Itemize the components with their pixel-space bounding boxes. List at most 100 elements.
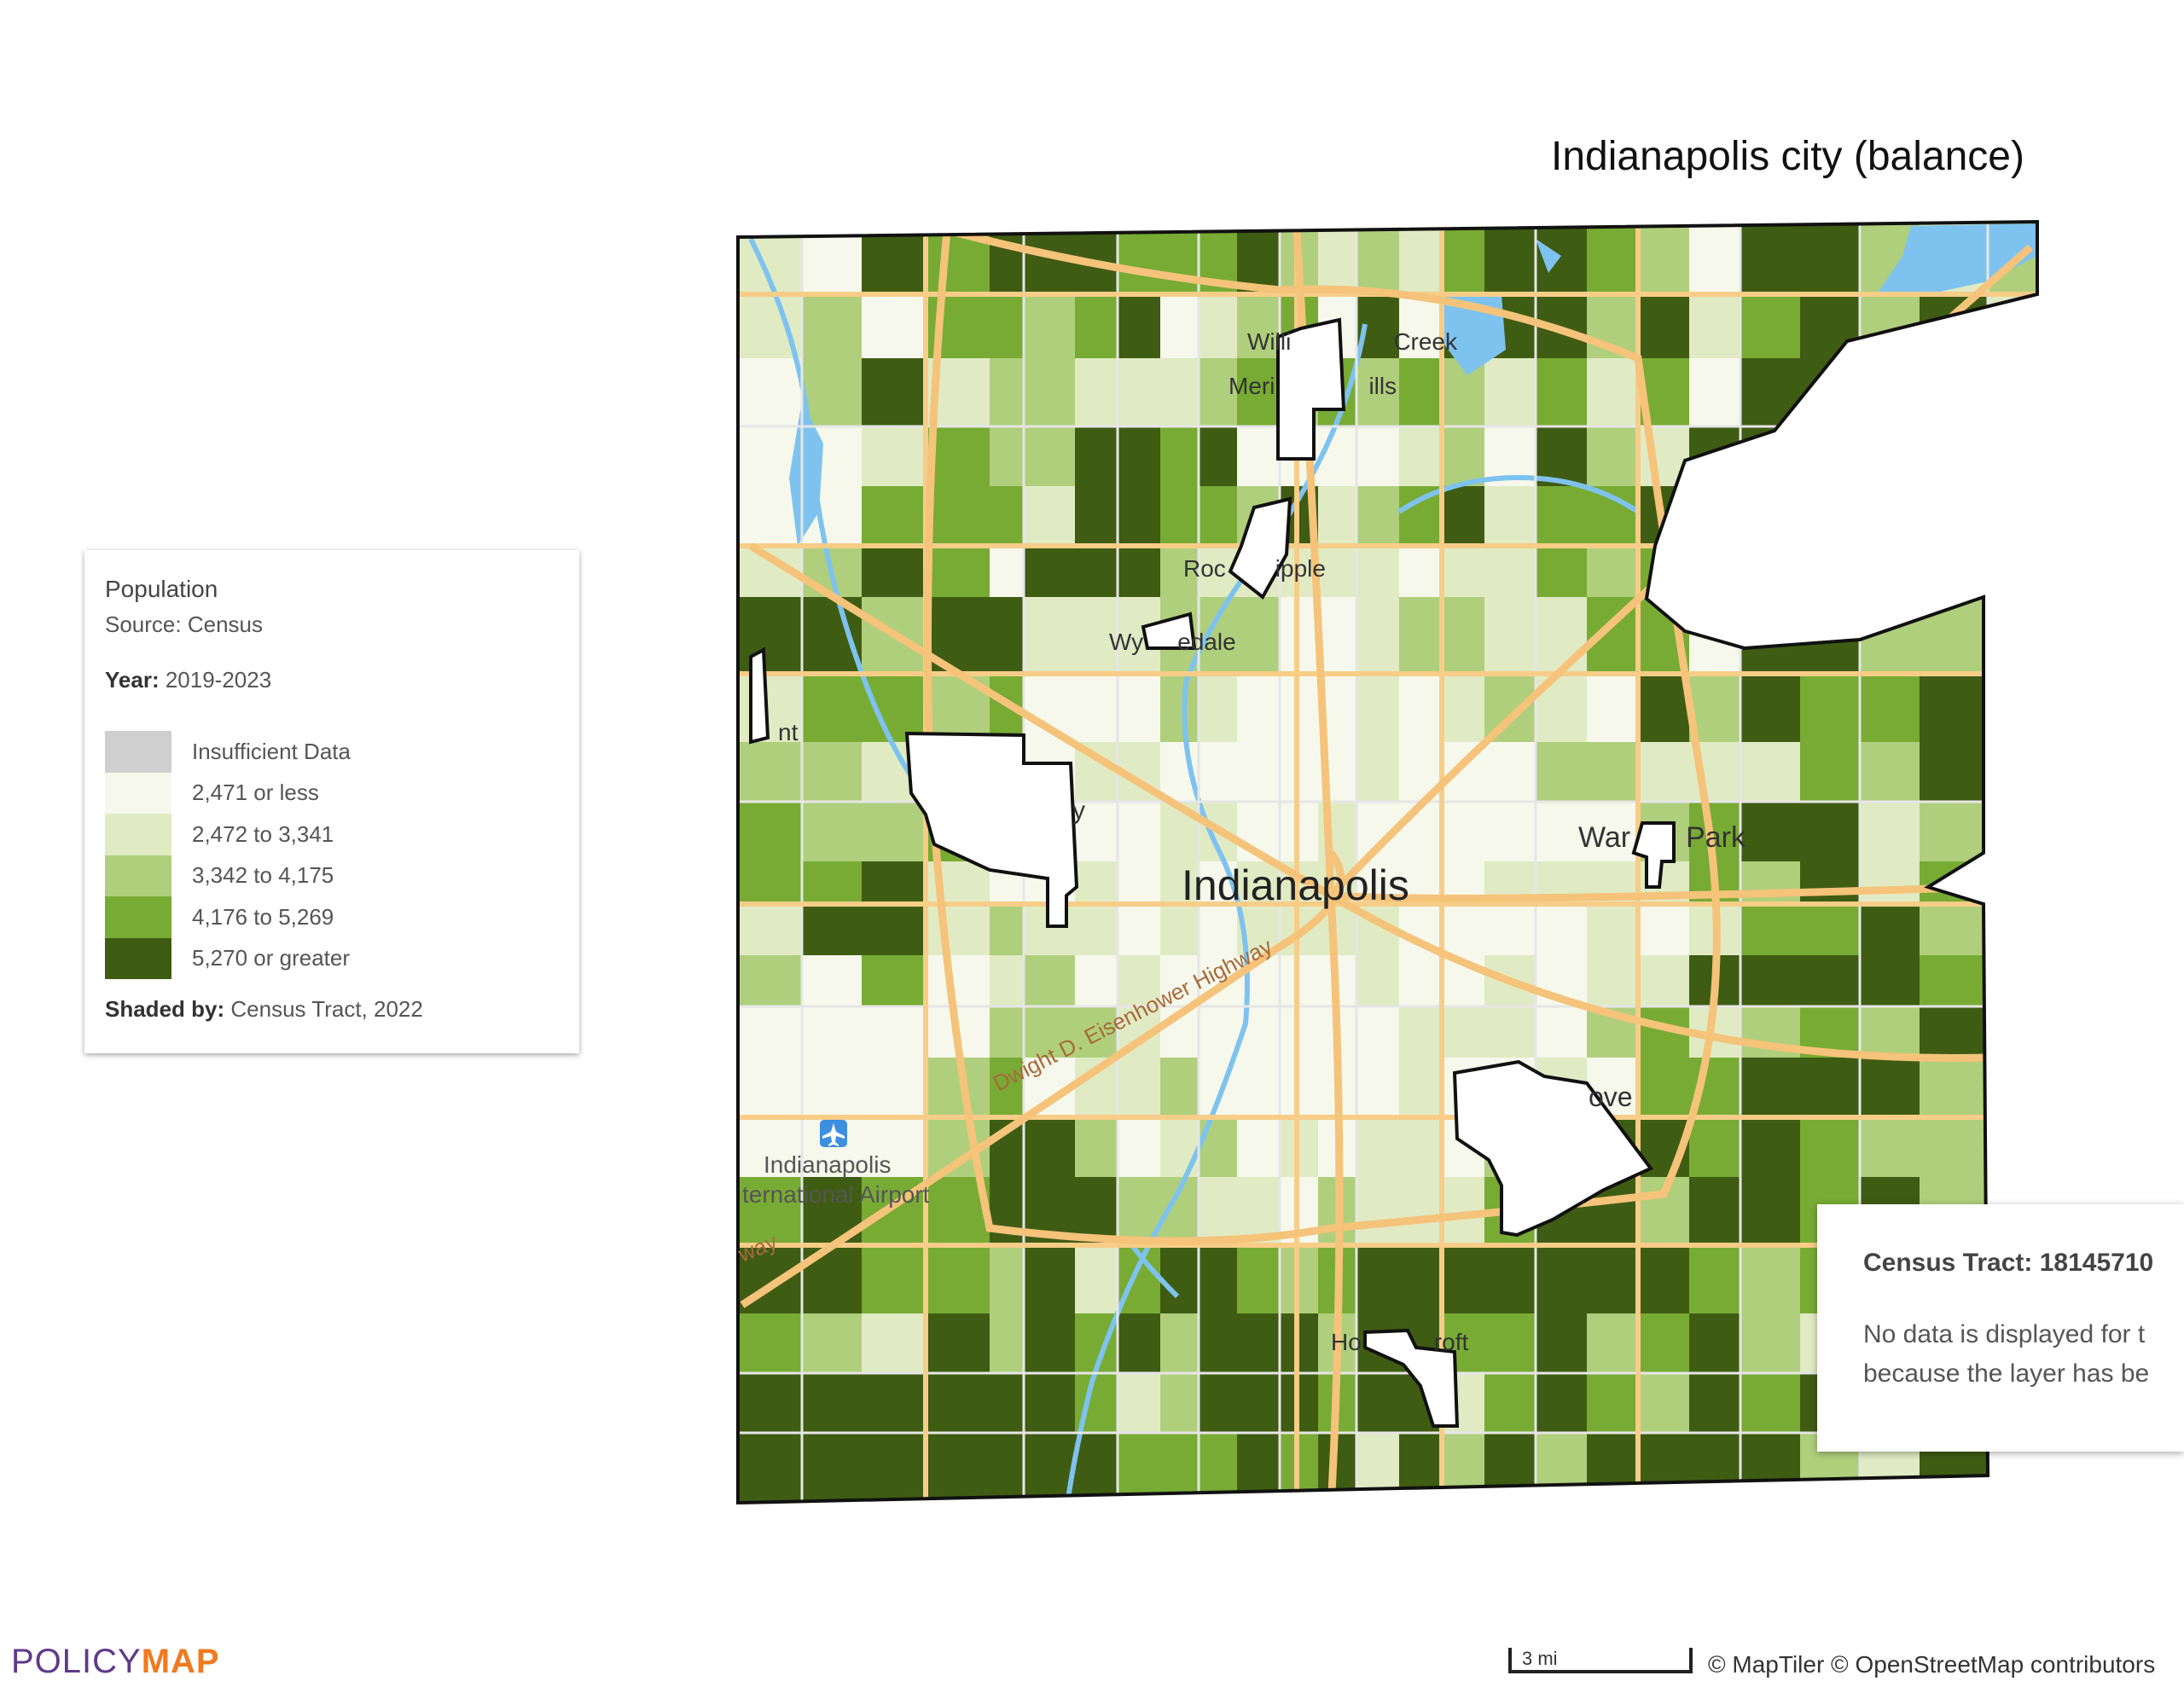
census-tract[interactable]: [1587, 1313, 1639, 1374]
census-tract[interactable]: [1484, 597, 1536, 675]
census-tract[interactable]: [1160, 1313, 1199, 1374]
census-tract[interactable]: [1399, 1117, 1443, 1178]
census-tract[interactable]: [802, 1373, 863, 1434]
census-tract[interactable]: [1587, 217, 1639, 295]
census-tract[interactable]: [1237, 1117, 1281, 1178]
census-tract[interactable]: [1356, 1433, 1400, 1515]
census-tract[interactable]: [1638, 217, 1690, 295]
census-tract[interactable]: [1740, 742, 1801, 803]
census-tract[interactable]: [1860, 358, 1920, 427]
census-tract[interactable]: [1740, 861, 1801, 905]
census-tract[interactable]: [1988, 674, 2048, 743]
census-tract[interactable]: [926, 955, 990, 1007]
census-tract[interactable]: [1920, 674, 1989, 743]
census-tract[interactable]: [734, 1373, 803, 1434]
census-tract[interactable]: [1118, 904, 1161, 956]
census-tract[interactable]: [990, 597, 1025, 675]
census-tract[interactable]: [1442, 674, 1485, 743]
census-tract[interactable]: [862, 486, 926, 547]
census-tract[interactable]: [1160, 674, 1199, 743]
census-tract[interactable]: [802, 802, 863, 862]
census-tract[interactable]: [1399, 955, 1443, 1007]
census-tract[interactable]: [1199, 904, 1238, 956]
census-tract[interactable]: [1075, 358, 1118, 427]
census-tract[interactable]: [1800, 358, 1861, 427]
census-tract[interactable]: [990, 1245, 1025, 1314]
census-tract[interactable]: [1442, 802, 1485, 862]
census-tract[interactable]: [1988, 1117, 2048, 1178]
census-tract[interactable]: [1442, 904, 1485, 956]
census-tract[interactable]: [1536, 904, 1588, 956]
census-tract[interactable]: [1740, 358, 1801, 427]
census-tract[interactable]: [1075, 426, 1118, 487]
census-tract[interactable]: [1118, 1433, 1161, 1515]
census-tract[interactable]: [1587, 426, 1639, 487]
census-tract[interactable]: [862, 1006, 926, 1058]
census-tract[interactable]: [926, 486, 990, 547]
census-tract[interactable]: [1118, 294, 1161, 359]
census-tract[interactable]: [802, 294, 863, 359]
census-tract[interactable]: [1399, 546, 1443, 598]
census-tract[interactable]: [1237, 1313, 1281, 1374]
census-tract[interactable]: [1118, 217, 1161, 295]
census-tract[interactable]: [1237, 1245, 1281, 1314]
census-tract[interactable]: [1740, 294, 1801, 359]
census-tract[interactable]: [1024, 486, 1076, 547]
census-tract[interactable]: [1988, 1006, 2048, 1058]
census-tract[interactable]: [1740, 1245, 1801, 1314]
census-tract[interactable]: [1860, 904, 1920, 956]
census-tract[interactable]: [1800, 802, 1861, 862]
census-tract[interactable]: [1484, 904, 1536, 956]
census-tract[interactable]: [1740, 1313, 1801, 1374]
census-tract[interactable]: [1988, 546, 2048, 598]
census-tract[interactable]: [1988, 358, 2048, 427]
census-tract[interactable]: [1860, 742, 1920, 803]
census-tract[interactable]: [1399, 426, 1443, 487]
census-tract[interactable]: [1920, 904, 1989, 956]
census-tract[interactable]: [926, 904, 990, 956]
census-tract[interactable]: [1075, 955, 1118, 1007]
census-tract[interactable]: [862, 904, 926, 956]
census-tract[interactable]: [1920, 486, 1989, 547]
census-tract[interactable]: [1160, 1373, 1199, 1434]
census-tract[interactable]: [862, 358, 926, 427]
census-tract[interactable]: [734, 955, 803, 1007]
census-tract[interactable]: [1740, 1177, 1801, 1246]
census-tract[interactable]: [1484, 802, 1536, 862]
census-tract[interactable]: [1536, 1373, 1588, 1434]
census-tract[interactable]: [1740, 955, 1801, 1007]
census-tract[interactable]: [734, 861, 803, 905]
census-tract[interactable]: [1024, 1245, 1076, 1314]
census-tract[interactable]: [734, 1313, 803, 1374]
census-tract[interactable]: [1442, 426, 1485, 487]
census-tract[interactable]: [734, 597, 803, 675]
census-tract[interactable]: [1024, 358, 1076, 427]
census-tract[interactable]: [926, 546, 990, 598]
census-tract[interactable]: [1075, 546, 1118, 598]
census-tract[interactable]: [1689, 546, 1741, 598]
census-tract[interactable]: [862, 955, 926, 1007]
census-tract[interactable]: [734, 1006, 803, 1058]
census-tract[interactable]: [734, 358, 803, 427]
census-tract[interactable]: [1075, 294, 1118, 359]
census-tract[interactable]: [1024, 294, 1076, 359]
census-tract[interactable]: [1638, 742, 1690, 803]
census-tract[interactable]: [1536, 597, 1588, 675]
census-tract[interactable]: [1356, 1177, 1400, 1246]
census-tract[interactable]: [1075, 904, 1118, 956]
census-tract[interactable]: [1536, 546, 1588, 598]
census-tract[interactable]: [1536, 358, 1588, 427]
census-tract[interactable]: [990, 486, 1025, 547]
census-tract[interactable]: [1024, 597, 1076, 675]
census-tract[interactable]: [1442, 546, 1485, 598]
census-tract[interactable]: [1988, 486, 2048, 547]
census-tract[interactable]: [1399, 1433, 1443, 1515]
census-tract[interactable]: [1118, 674, 1161, 743]
census-tract[interactable]: [1484, 1373, 1536, 1434]
census-tract[interactable]: [990, 546, 1025, 598]
census-tract[interactable]: [1160, 1245, 1199, 1314]
census-tract[interactable]: [990, 904, 1025, 956]
census-tract[interactable]: [1536, 486, 1588, 547]
census-tract[interactable]: [1536, 1313, 1588, 1374]
census-tract[interactable]: [1638, 1373, 1690, 1434]
